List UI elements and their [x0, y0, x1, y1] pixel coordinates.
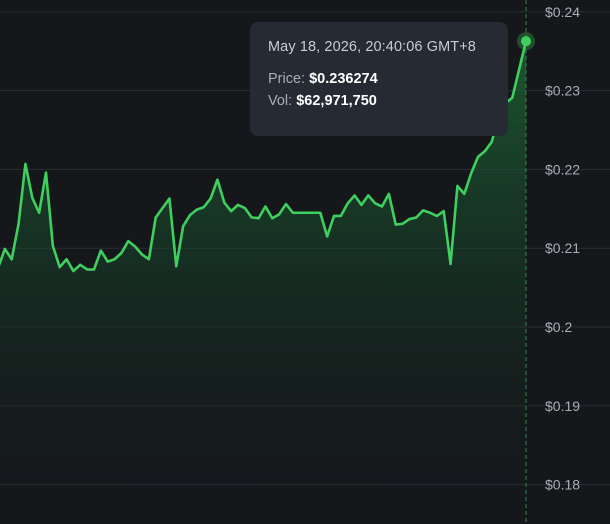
y-tick-label: $0.24 [545, 4, 580, 20]
y-tick-label: $0.2 [545, 319, 572, 335]
y-tick-label: $0.18 [545, 477, 580, 493]
price-chart[interactable]: $0.24 $0.23 $0.22 $0.21 $0.2 $0.19 $0.18 May 1… [0, 0, 610, 524]
tooltip-vol-row: Vol: $62,971,750 [268, 90, 490, 112]
tooltip-vol-label: Vol: [268, 93, 293, 109]
y-tick-label: $0.23 [545, 83, 580, 99]
y-tick-label: $0.21 [545, 240, 580, 256]
y-tick-label: $0.19 [545, 398, 580, 414]
tooltip-vol-value: $62,971,750 [296, 93, 377, 109]
y-axis-ticks: $0.24 $0.23 $0.22 $0.21 $0.2 $0.19 $0.18 [545, 4, 580, 493]
tooltip-price-row: Price: $0.236274 [268, 68, 490, 90]
tooltip-price-value: $0.236274 [309, 71, 378, 87]
tooltip-date: May 18, 2026, 20:40:06 GMT+8 [268, 39, 476, 55]
y-tick-label: $0.22 [545, 161, 580, 177]
highlight-point [521, 36, 531, 47]
tooltip-price-label: Price: [268, 71, 306, 87]
price-tooltip: May 18, 2026, 20:40:06 GMT+8 Price: $0.2… [250, 22, 508, 136]
